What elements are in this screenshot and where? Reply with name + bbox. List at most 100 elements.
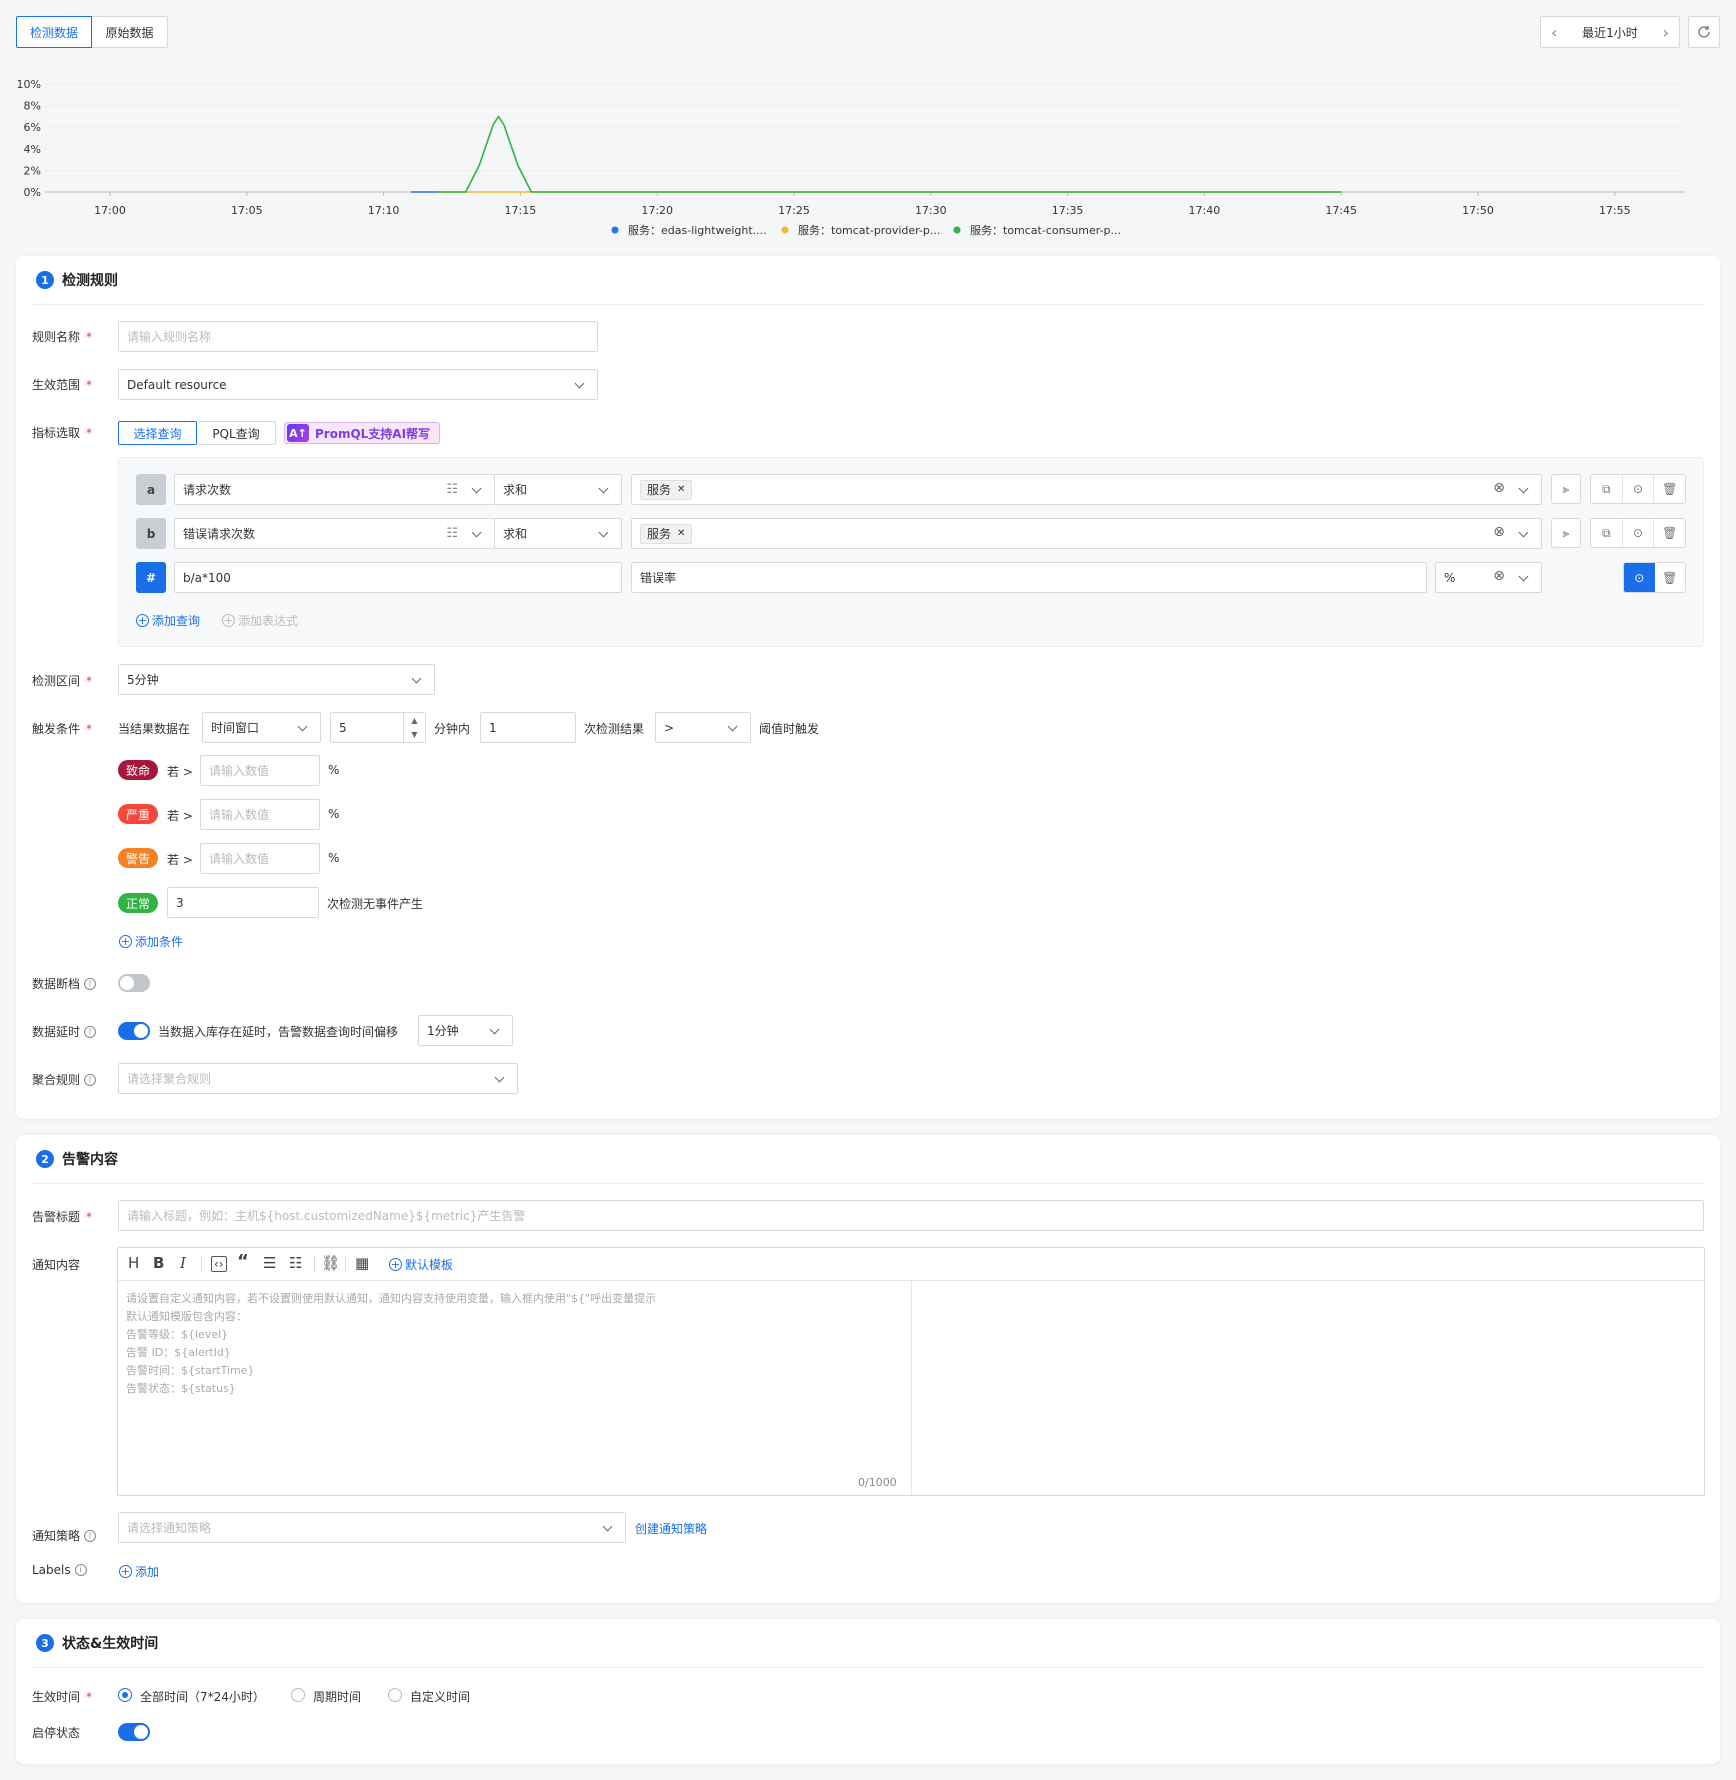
ai-badge[interactable]: A↑ PromQL支持AI帮写 [284, 422, 440, 444]
clear-icon[interactable]: ⊗ [1493, 568, 1505, 584]
notify-editor: 请设置自定义通知内容，若不设置则使用默认通知，通知内容支持使用变量，输入框内使用… [117, 1247, 1705, 1496]
expression-alias-input[interactable]: 错误率 [631, 562, 1427, 593]
next-range-icon[interactable]: › [1663, 23, 1669, 42]
info-icon[interactable]: i [74, 1564, 87, 1576]
severe-threshold-input[interactable]: 请输入数值 [200, 799, 320, 830]
radio-all-time[interactable] [118, 1688, 132, 1702]
quote-icon[interactable]: “ [237, 1251, 249, 1272]
unit-select[interactable]: % ⊗ [1435, 562, 1542, 593]
delete-icon[interactable]: 🗑 [1654, 563, 1685, 592]
chip-close-icon[interactable]: ✕ [677, 528, 685, 539]
prev-range-icon[interactable]: ‹ [1551, 23, 1557, 42]
dimension-chip[interactable]: 服务 ✕ [640, 479, 693, 500]
dimension-select-a[interactable]: 服务 ✕ ⊗ [631, 474, 1542, 505]
radio-custom[interactable] [388, 1688, 402, 1702]
metric-tree-icon[interactable]: ☷ [446, 526, 458, 541]
copy-icon[interactable]: ⧉ [1591, 519, 1623, 547]
delete-icon[interactable]: 🗑 [1654, 519, 1685, 547]
dimension-select-b[interactable]: 服务 ✕ ⊗ [631, 518, 1542, 549]
scope-select[interactable]: Default resource [118, 369, 598, 400]
warning-threshold-input[interactable]: 请输入数值 [200, 843, 320, 874]
trigger-prefix: 当结果数据在 [118, 722, 191, 736]
preview-icon[interactable]: ⊙ [1623, 475, 1655, 503]
preview-icon[interactable]: ⊙ [1623, 519, 1655, 547]
delete-icon[interactable]: 🗑 [1654, 475, 1685, 503]
minutes-stepper[interactable]: 5 ▲ ▼ [330, 712, 426, 743]
bullet-list-icon[interactable]: ☰ [263, 1254, 276, 1272]
add-expression-link[interactable]: + 添加表达式 [222, 612, 298, 629]
bold-icon[interactable]: B [153, 1254, 164, 1272]
stepper-arrows[interactable]: ▲ ▼ [403, 713, 425, 742]
critical-threshold-input[interactable]: 请输入数值 [200, 755, 320, 786]
metric-select-b[interactable]: 错误请求次数 ☷ [174, 518, 495, 549]
trigger-suffix: 阈值时触发 [759, 722, 820, 736]
preview-icon[interactable]: ⊙ [1624, 563, 1655, 592]
add-condition-link[interactable]: + 添加条件 [119, 933, 183, 950]
normal-count-input[interactable]: 3 [167, 887, 319, 918]
default-template-button[interactable]: + 默认模板 [389, 1256, 453, 1273]
operator-select[interactable]: > [655, 712, 751, 743]
filter-icon[interactable]: ⫸ [1551, 518, 1581, 548]
delay-select[interactable]: 1分钟 [418, 1015, 513, 1046]
x-tick-label: 17:35 [1052, 204, 1084, 217]
interval-select[interactable]: 5分钟 [118, 664, 435, 695]
metric-label: 指标选取 * [32, 425, 93, 441]
option-all-time[interactable]: 全部时间（7*24小时） [140, 1688, 265, 1705]
heading-icon[interactable]: H [128, 1254, 139, 1272]
time-range-label: 最近1小时 [1582, 25, 1638, 40]
metric-tree-icon[interactable]: ☷ [446, 482, 458, 497]
x-tick-label: 17:45 [1325, 204, 1357, 217]
rule-name-input[interactable]: 请输入规则名称 [118, 321, 598, 352]
add-label-link[interactable]: + 添加 [119, 1563, 159, 1580]
legend-label[interactable]: 服务：edas-lightweight.... [628, 224, 767, 237]
data-tabs: 检测数据 原始数据 [16, 16, 168, 48]
info-icon[interactable]: i [84, 1073, 97, 1086]
notify-policy-select[interactable]: 请选择通知策略 [118, 1512, 626, 1543]
option-custom[interactable]: 自定义时间 [410, 1688, 470, 1705]
tab-pql-query[interactable]: PQL查询 [197, 421, 276, 445]
filter-icon[interactable]: ⫸ [1551, 474, 1581, 504]
window-select[interactable]: 时间窗口 [202, 712, 321, 743]
tab-select-query[interactable]: 选择查询 [118, 421, 197, 445]
info-icon[interactable]: i [84, 1529, 97, 1542]
table-icon[interactable]: ▦ [355, 1254, 369, 1272]
count-input[interactable]: 1 [480, 712, 576, 743]
code-block-icon[interactable]: ‹› [211, 1256, 227, 1272]
level-if: 若 > [167, 765, 193, 779]
y-tick-label: 2% [24, 164, 41, 177]
error-rate-chart: 10% 8% 6% 4% 2% 0% 17:00 17:05 17:10 17:15 17:20 17… [17, 78, 1685, 237]
link-icon[interactable]: ⛓ [321, 1254, 340, 1272]
agg-select-a[interactable]: 求和 [494, 474, 622, 505]
expression-input[interactable]: b/a*100 [174, 562, 622, 593]
dimension-chip[interactable]: 服务 ✕ [640, 523, 693, 544]
metric-select-a[interactable]: 请求次数 ☷ [174, 474, 495, 505]
italic-icon[interactable]: I [180, 1254, 186, 1272]
legend-label[interactable]: 服务：tomcat-consumer-p... [970, 224, 1121, 237]
copy-icon[interactable]: ⧉ [1591, 475, 1623, 503]
notify-content-textarea[interactable]: 请设置自定义通知内容，若不设置则使用默认通知，通知内容支持使用变量，输入框内使用… [126, 1290, 896, 1398]
agg-select-b[interactable]: 求和 [494, 518, 622, 549]
refresh-icon [1698, 26, 1710, 38]
clear-icon[interactable]: ⊗ [1493, 524, 1505, 540]
info-icon[interactable]: i [84, 1025, 97, 1038]
time-range-picker[interactable]: ‹ 最近1小时 › [1540, 16, 1680, 48]
clear-icon[interactable]: ⊗ [1493, 480, 1505, 496]
data-break-toggle[interactable] [118, 974, 150, 992]
radio-periodic[interactable] [291, 1688, 305, 1702]
x-tick-label: 17:15 [505, 204, 537, 217]
tab-detect-data[interactable]: 检测数据 [16, 16, 92, 48]
section-title: 状态&生效时间 [62, 1636, 159, 1652]
alert-title-input[interactable]: 请输入标题，例如：主机${host.customizedName}${metri… [118, 1200, 1704, 1231]
ordered-list-icon[interactable]: ☷ [289, 1254, 302, 1272]
option-periodic[interactable]: 周期时间 [313, 1688, 361, 1705]
legend-label[interactable]: 服务：tomcat-provider-p... [798, 224, 940, 237]
status-toggle[interactable] [118, 1723, 150, 1741]
refresh-button[interactable] [1688, 16, 1720, 48]
create-policy-link[interactable]: 创建通知策略 [635, 1520, 707, 1537]
agg-rule-select[interactable]: 请选择聚合规则 [118, 1063, 518, 1094]
data-delay-toggle[interactable] [118, 1022, 150, 1040]
info-icon[interactable]: i [84, 977, 97, 990]
tab-raw-data[interactable]: 原始数据 [92, 16, 168, 48]
chip-close-icon[interactable]: ✕ [677, 484, 685, 495]
add-query-link[interactable]: + 添加查询 [136, 612, 200, 629]
